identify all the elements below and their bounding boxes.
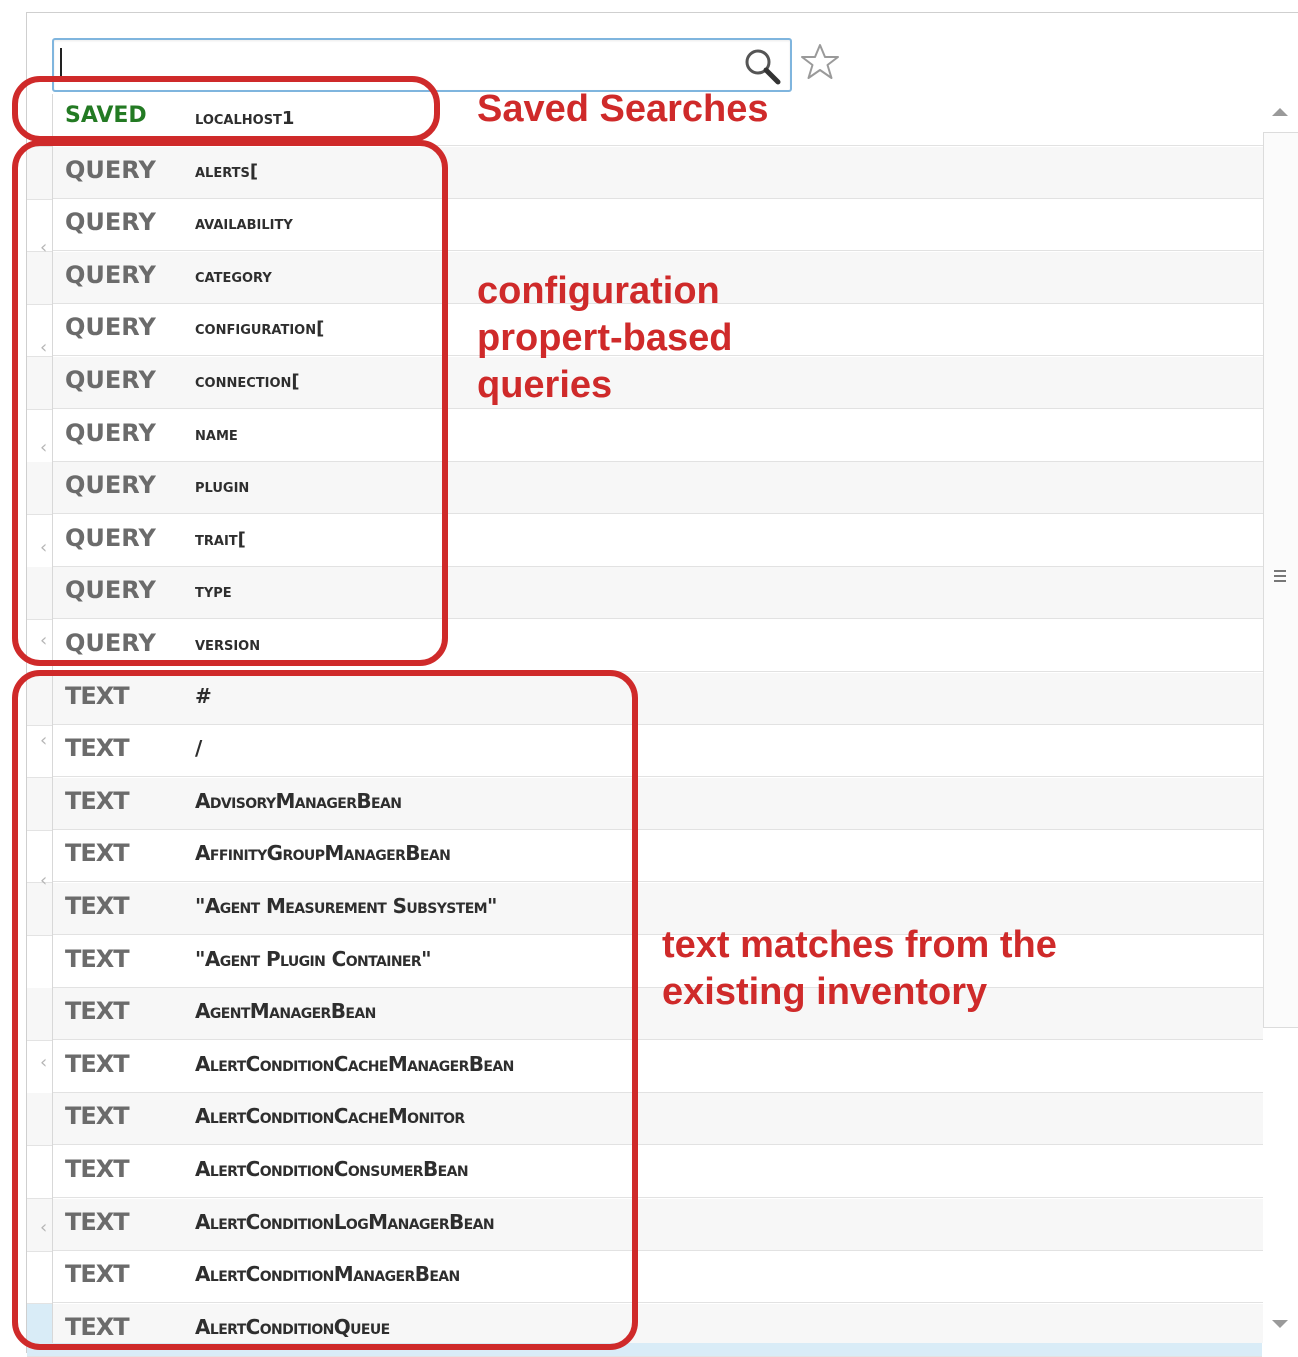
saved-searches-note: Saved Searches xyxy=(477,88,769,130)
drag-handle-icon[interactable]: ‹ xyxy=(40,235,52,261)
suggestion-type: QUERY xyxy=(65,418,156,447)
suggestion-type: TEXT xyxy=(65,1207,130,1236)
suggestion-type: QUERY xyxy=(65,366,156,394)
scroll-up-arrow[interactable] xyxy=(1272,108,1288,116)
suggestion-item[interactable]: TEXT AlertConditionConsumerBean xyxy=(53,1146,1263,1198)
suggestion-item[interactable]: TEXT AlertConditionQueue xyxy=(53,1303,1263,1343)
query-note-line-2: propert-based xyxy=(477,317,733,359)
drag-handle-icon[interactable]: ‹ xyxy=(40,1215,52,1241)
text-caret xyxy=(60,48,62,78)
suggestion-value: name xyxy=(195,423,238,445)
suggestion-type: TEXT xyxy=(65,1049,130,1078)
suggestion-type: QUERY xyxy=(65,155,156,184)
suggestion-value: type xyxy=(195,581,232,603)
suggestion-type: QUERY xyxy=(65,208,156,237)
suggestion-value: version xyxy=(195,634,261,655)
suggestion-value: AffinityGroupManagerBean xyxy=(195,841,451,866)
suggestion-type: TEXT xyxy=(65,839,130,868)
suggestion-item[interactable]: TEXT AffinityGroupManagerBean xyxy=(53,830,1263,883)
drag-handle-icon[interactable]: ‹ xyxy=(40,435,52,461)
suggestion-value: AlertConditionCacheManagerBean xyxy=(195,1051,514,1076)
suggestion-type: TEXT xyxy=(65,681,130,710)
suggestion-item[interactable]: TEXT "Agent Measurement Subsystem" xyxy=(53,883,1263,935)
suggestion-type: TEXT xyxy=(65,997,130,1026)
suggestion-value: AlertConditionCacheMonitor xyxy=(195,1104,465,1129)
suggestion-item[interactable]: TEXT "Agent Plugin Container" xyxy=(53,936,1263,988)
drag-handle-icon[interactable]: ‹ xyxy=(40,535,52,561)
suggestion-value: configuration[ xyxy=(195,318,325,340)
suggestion-value: # xyxy=(195,683,212,708)
suggestion-type: QUERY xyxy=(65,313,156,342)
suggestion-value: connection[ xyxy=(195,371,300,392)
suggestion-item[interactable]: TEXT / xyxy=(53,725,1263,778)
suggestion-item[interactable]: QUERY plugin xyxy=(53,462,1263,515)
suggestion-item[interactable]: TEXT AlertConditionLogManagerBean xyxy=(53,1198,1263,1251)
suggestion-value: alerts[ xyxy=(195,160,259,182)
suggestion-item[interactable]: QUERY trait[ xyxy=(53,515,1263,567)
suggestion-item[interactable]: QUERY type xyxy=(53,567,1263,620)
suggestion-item[interactable]: QUERY availability xyxy=(53,199,1263,252)
suggestion-value: AlertConditionLogManagerBean xyxy=(195,1209,495,1234)
suggestion-type: TEXT xyxy=(65,1260,130,1289)
suggestion-value: plugin xyxy=(195,476,250,498)
suggestion-value: trait[ xyxy=(195,528,246,550)
suggestion-type: TEXT xyxy=(65,944,130,973)
suggestion-type: QUERY xyxy=(65,576,156,605)
suggestion-value: / xyxy=(195,736,202,761)
search-icon[interactable] xyxy=(742,46,782,86)
suggestion-value: AlertConditionManagerBean xyxy=(195,1262,460,1287)
star-icon[interactable] xyxy=(800,42,840,82)
suggestion-type: TEXT xyxy=(65,1155,130,1183)
suggestion-type: QUERY xyxy=(65,471,156,500)
suggestion-item[interactable]: TEXT AgentManagerBean xyxy=(53,988,1263,1041)
suggestion-value: AgentManagerBean xyxy=(195,999,376,1024)
suggestion-item[interactable]: QUERY alerts[ xyxy=(53,146,1263,199)
text-note-line-1: text matches from the xyxy=(662,924,1057,966)
query-note-line-3: queries xyxy=(477,364,613,406)
suggestion-value: "Agent Measurement Subsystem" xyxy=(195,894,497,918)
suggestion-type: QUERY xyxy=(65,629,156,657)
drag-handle-icon[interactable]: ‹ xyxy=(40,868,52,894)
query-note-line-1: configuration xyxy=(477,270,720,312)
suggestion-value: AlertConditionConsumerBean xyxy=(195,1157,469,1181)
drag-handle-icon[interactable]: ‹ xyxy=(40,335,52,361)
suggestion-value: "Agent Plugin Container" xyxy=(195,946,432,971)
suggestion-type: TEXT xyxy=(65,1312,130,1341)
drag-handle-icon[interactable]: ‹ xyxy=(40,728,52,754)
grip-icon[interactable] xyxy=(1274,570,1286,586)
suggestion-item[interactable]: TEXT AlertConditionManagerBean xyxy=(53,1251,1263,1304)
drag-handle-icon[interactable]: ‹ xyxy=(40,628,52,654)
suggestion-value: AdvisoryManagerBean xyxy=(195,788,402,813)
suggestion-item[interactable]: QUERY version xyxy=(53,620,1263,672)
suggestion-type: QUERY xyxy=(65,260,156,289)
suggestion-value: availability xyxy=(195,213,293,235)
suggestion-item[interactable]: TEXT # xyxy=(53,672,1263,725)
search-input[interactable] xyxy=(52,38,792,92)
suggestion-item[interactable]: TEXT AlertConditionCacheMonitor xyxy=(53,1093,1263,1146)
suggestion-item[interactable]: QUERY connection[ xyxy=(53,357,1263,409)
suggestion-type: TEXT xyxy=(65,892,130,920)
text-note-line-2: existing inventory xyxy=(662,971,988,1013)
suggestion-type: SAVED xyxy=(65,103,147,128)
suggestion-value: localhost1 xyxy=(195,108,295,129)
suggestion-item[interactable]: QUERY name xyxy=(53,410,1263,462)
suggestion-value: category xyxy=(195,265,272,287)
suggestion-value: AlertConditionQueue xyxy=(195,1314,390,1339)
suggestion-type: TEXT xyxy=(65,1102,130,1131)
scroll-down-arrow[interactable] xyxy=(1272,1320,1288,1328)
suggestion-type: TEXT xyxy=(65,734,130,763)
suggestion-type: TEXT xyxy=(65,786,130,815)
suggestion-type: QUERY xyxy=(65,523,156,552)
drag-handle-icon[interactable]: ‹ xyxy=(40,1050,52,1076)
suggestion-item[interactable]: TEXT AdvisoryManagerBean xyxy=(53,777,1263,830)
suggestion-item[interactable]: TEXT AlertConditionCacheManagerBean xyxy=(53,1041,1263,1093)
